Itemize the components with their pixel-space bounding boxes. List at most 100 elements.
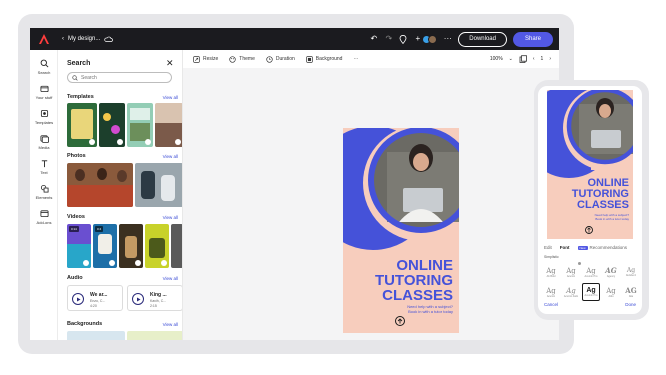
section-title: Templates: [67, 94, 94, 100]
audio-track-card[interactable]: We ar... Enzo, C... 4:20: [67, 285, 123, 311]
rail-item-text[interactable]: Text: [30, 154, 58, 179]
view-all-link[interactable]: View all: [163, 95, 178, 100]
chevron-right-icon[interactable]: ›: [549, 56, 551, 62]
left-rail: Search Your stuff Templates Media Text E…: [30, 50, 58, 340]
audio-section-header: Audio View all: [67, 275, 178, 281]
video-thumbnail[interactable]: 0:4: [93, 224, 117, 268]
rail-item-add-ons[interactable]: Add-ons: [30, 204, 58, 229]
font-name: Acumin: [546, 294, 556, 298]
undo-icon[interactable]: ↶: [369, 35, 378, 44]
background-thumbnail[interactable]: [67, 331, 125, 340]
canvas-toolbar: Resize Theme Duration Background ··· 100…: [183, 50, 559, 68]
view-all-link[interactable]: View all: [163, 215, 178, 220]
pages-icon[interactable]: [519, 55, 527, 63]
font-tile[interactable]: Ag Ab Bold: [542, 263, 560, 281]
font-name: Aldo: [608, 294, 614, 298]
tab-recommendations[interactable]: New Recommendations: [577, 245, 627, 250]
font-name: Acumin Pro: [584, 294, 598, 297]
play-button[interactable]: [132, 293, 144, 305]
add-collaborator-icon[interactable]: +: [413, 35, 422, 44]
editor-window: ‹ My design... ↶ ↷ + ··· Download Share: [30, 28, 559, 340]
font-tile-selected[interactable]: Ag Acumin Pro: [582, 283, 600, 301]
play-button[interactable]: [72, 293, 84, 305]
font-tile[interactable]: Ag Acumin Pro: [582, 263, 600, 281]
canvas-area: Resize Theme Duration Background ··· 100…: [183, 50, 559, 340]
close-icon[interactable]: ✕: [166, 58, 174, 69]
rail-item-media[interactable]: Media: [30, 129, 58, 154]
top-bar: ‹ My design... ↶ ↷ + ··· Download Share: [30, 28, 559, 50]
design-poster[interactable]: ONLINE TUTORING CLASSES Need help with a…: [343, 128, 459, 333]
search-input-wrapper[interactable]: [67, 72, 172, 83]
audio-duration: 4:20: [90, 304, 97, 308]
font-sample: AG: [605, 266, 617, 275]
more-options-button[interactable]: ···: [353, 56, 358, 62]
panel-title: Search: [67, 60, 91, 67]
zoom-level[interactable]: 100%: [490, 56, 503, 62]
rail-item-elements[interactable]: Elements: [30, 179, 58, 204]
phone-poster-title-line: CLASSES: [577, 199, 629, 211]
video-thumbnail[interactable]: [119, 224, 143, 268]
phone-screen: ONLINE TUTORING CLASSES Need help with a…: [538, 86, 642, 314]
view-all-link[interactable]: View all: [163, 154, 178, 159]
font-tile[interactable]: Ag Acumin Italic: [562, 283, 580, 301]
font-name: Acumin: [566, 274, 576, 278]
theme-button[interactable]: Theme: [229, 55, 255, 63]
app-logo[interactable]: [38, 33, 50, 45]
photo-thumbnail[interactable]: [67, 163, 133, 207]
resize-label: Resize: [203, 56, 219, 62]
canvas-toolbar-right: 100% ⌄ ‹ 1 ›: [490, 50, 551, 68]
photo-thumbnail[interactable]: [135, 163, 182, 207]
cancel-button[interactable]: Cancel: [544, 302, 558, 307]
templates-icon: [40, 109, 48, 117]
duration-button[interactable]: Duration: [266, 55, 295, 63]
play-icon: [76, 297, 80, 301]
tab-font[interactable]: Font: [560, 245, 570, 250]
rail-item-templates[interactable]: Templates: [30, 104, 58, 129]
avatar[interactable]: [428, 34, 438, 44]
font-tile[interactable]: Ag Akzidenz: [622, 263, 640, 281]
template-thumbnail[interactable]: [99, 103, 125, 147]
page-number: 1: [540, 56, 544, 62]
redo-icon[interactable]: ↷: [384, 35, 393, 44]
video-thumbnail[interactable]: [171, 224, 182, 268]
audio-duration: 2:15: [150, 304, 157, 308]
font-tile[interactable]: Ag Aldo: [602, 283, 620, 301]
font-tile[interactable]: Ag Acumin: [562, 263, 580, 281]
more-icon[interactable]: ···: [443, 35, 452, 44]
document-title[interactable]: My design...: [68, 36, 100, 42]
rail-label: Add-ons: [36, 219, 52, 225]
location-pin-icon[interactable]: [399, 34, 407, 44]
search-icon: [40, 59, 48, 67]
video-thumbnail[interactable]: [145, 224, 169, 268]
chevron-left-icon[interactable]: ‹: [62, 36, 64, 42]
background-button[interactable]: Background: [306, 55, 342, 63]
view-all-link[interactable]: View all: [163, 276, 178, 281]
view-all-link[interactable]: View all: [163, 322, 178, 327]
tab-edit[interactable]: Edit: [544, 245, 552, 250]
font-sample: Ag: [566, 286, 576, 295]
chevron-down-icon[interactable]: ⌄: [509, 56, 513, 62]
template-thumbnail[interactable]: [67, 103, 97, 147]
search-input[interactable]: [81, 74, 161, 81]
chevron-left-icon[interactable]: ‹: [533, 56, 535, 62]
font-tile[interactable]: Ag Acumin: [542, 283, 560, 301]
breadcrumb[interactable]: ‹ My design...: [62, 36, 114, 42]
download-button[interactable]: Download: [458, 31, 507, 47]
resize-button[interactable]: Resize: [193, 55, 219, 63]
template-thumbnail[interactable]: [127, 103, 153, 147]
font-tile[interactable]: AG Alia: [622, 283, 640, 301]
font-tile[interactable]: AG Agency: [602, 263, 620, 281]
collaborators[interactable]: +: [413, 34, 438, 44]
phone-design-preview[interactable]: ONLINE TUTORING CLASSES Need help with a…: [547, 90, 633, 239]
audio-track-card[interactable]: King ... Kavih, C... 2:15: [127, 285, 182, 311]
video-thumbnail[interactable]: 0:14: [67, 224, 91, 268]
rail-item-search[interactable]: Search: [30, 54, 58, 79]
font-name: Agency: [606, 275, 616, 278]
background-thumbnail[interactable]: [127, 331, 182, 340]
share-button[interactable]: Share: [512, 31, 553, 47]
template-thumbnail[interactable]: [155, 103, 182, 147]
rail-item-your-stuff[interactable]: Your stuff: [30, 79, 58, 104]
top-bar-actions: ↶ ↷ + ··· Download Share: [369, 28, 553, 50]
section-title: Videos: [67, 214, 85, 220]
done-button[interactable]: Done: [625, 302, 636, 307]
